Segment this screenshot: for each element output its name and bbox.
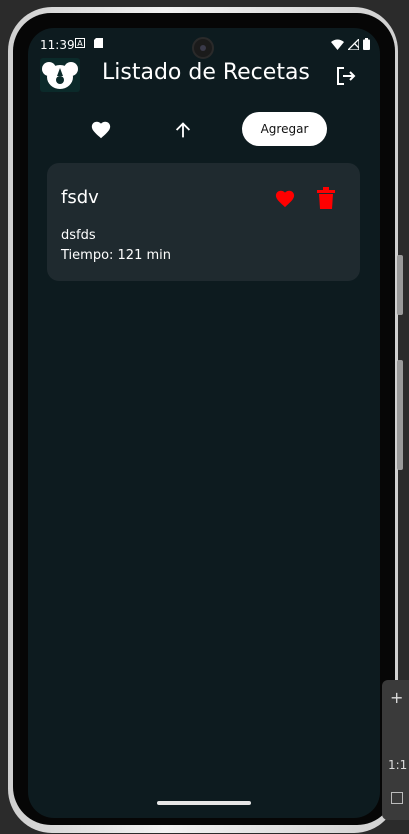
status-time: 11:39 — [40, 38, 75, 52]
recipe-description: dsfds — [61, 228, 96, 243]
koala-logo-icon — [40, 58, 80, 92]
status-icons — [331, 38, 370, 50]
zoom-ratio-label[interactable]: 1:1 — [388, 758, 407, 772]
logout-icon[interactable] — [334, 64, 358, 88]
fit-screen-icon[interactable] — [391, 792, 403, 804]
add-recipe-button[interactable]: Agregar — [242, 112, 327, 146]
favorite-heart-icon[interactable] — [274, 188, 296, 208]
notification-a-icon: A — [75, 38, 85, 51]
battery-icon — [363, 38, 370, 50]
recipe-time: Tiempo: 121 min — [61, 248, 171, 263]
zoom-in-icon[interactable]: + — [390, 688, 403, 707]
sd-card-icon — [94, 38, 103, 51]
gesture-nav-handle[interactable] — [157, 801, 251, 805]
heart-icon[interactable] — [90, 119, 112, 141]
front-camera — [192, 37, 214, 59]
wifi-icon — [331, 39, 344, 50]
recipe-card[interactable]: fsdv dsfds Tiempo: 121 min — [47, 163, 360, 281]
power-button — [397, 255, 403, 315]
app-bar: Listado de Recetas — [28, 58, 380, 94]
app-screen: 11:39 A Listado de Recetas Agregar fsdv … — [28, 28, 380, 818]
trash-icon[interactable] — [317, 187, 335, 209]
recipe-title: fsdv — [61, 187, 99, 208]
arrow-up-icon[interactable] — [172, 119, 194, 141]
emulator-zoom-panel: + 1:1 — [382, 680, 409, 820]
status-bar: 11:39 A — [28, 28, 380, 62]
volume-button — [397, 360, 403, 470]
svg-text:A: A — [77, 39, 83, 48]
recipe-toolbar: Agregar — [28, 112, 380, 148]
page-title: Listado de Recetas — [102, 60, 310, 85]
signal-icon — [348, 38, 359, 50]
